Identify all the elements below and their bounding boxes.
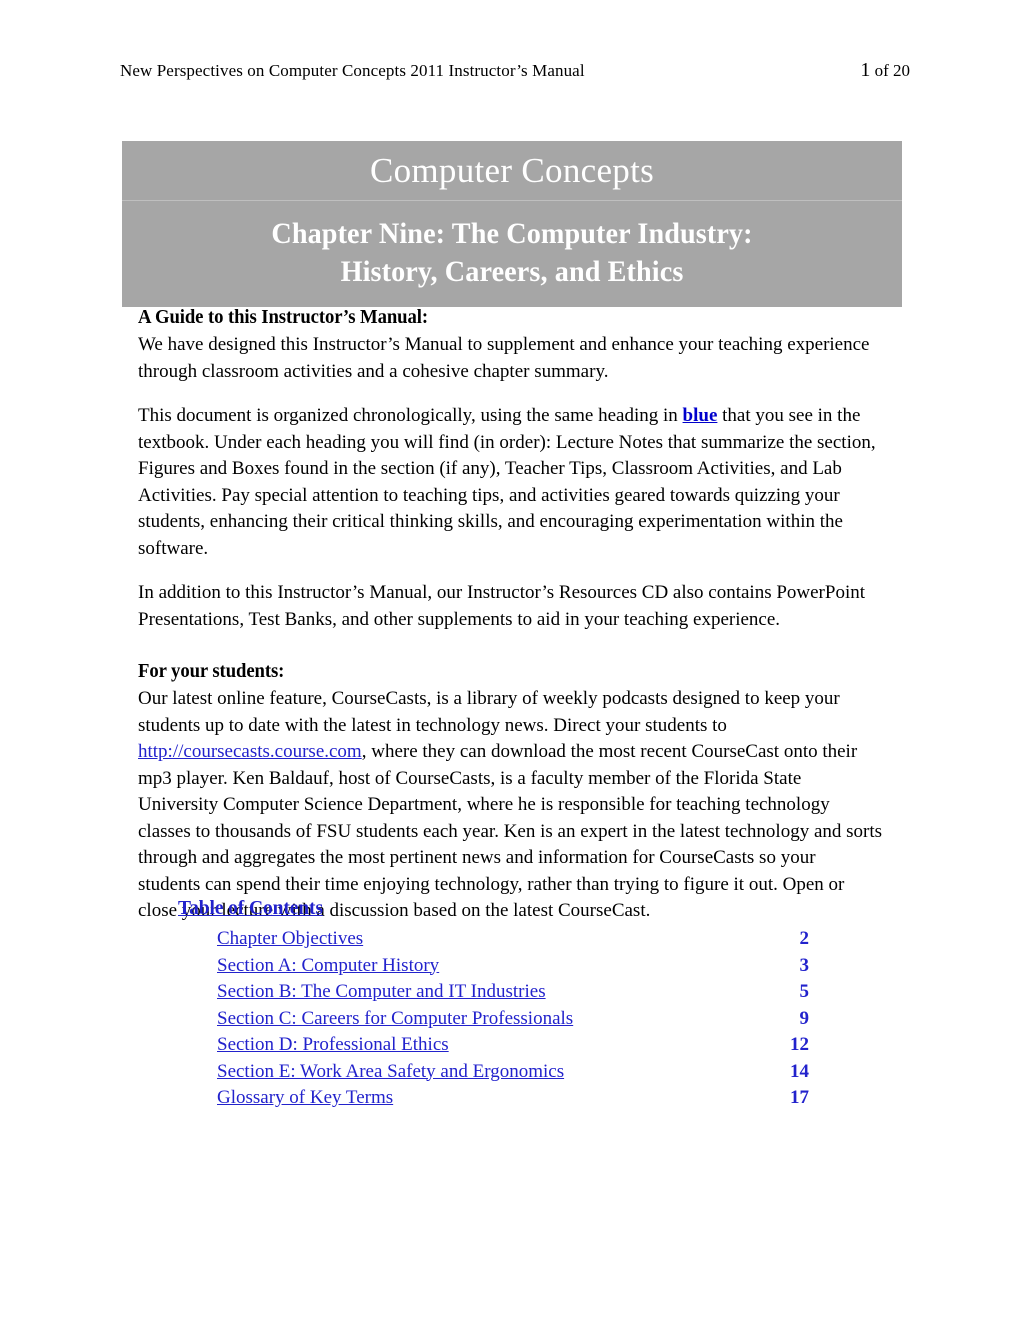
document-page: New Perspectives on Computer Concepts 20… bbox=[0, 0, 1020, 1320]
header-title-text: New Perspectives on Computer Concepts 20… bbox=[120, 61, 585, 80]
toc-list: Chapter Objectives 2 Section A: Computer… bbox=[178, 926, 809, 1112]
toc-entry[interactable]: Section D: Professional Ethics 12 bbox=[217, 1032, 809, 1059]
page-number-current: 1 bbox=[860, 59, 871, 81]
banner-title: Computer Concepts bbox=[369, 151, 655, 190]
guide-paragraph-2: This document is organized chronological… bbox=[138, 403, 882, 562]
title-banner: Computer Concepts Chapter Nine: The Comp… bbox=[122, 141, 902, 307]
toc-entry[interactable]: Section A: Computer History 3 bbox=[217, 953, 809, 980]
toc-entry-page: 9 bbox=[799, 1007, 810, 1029]
toc-entry-page: 17 bbox=[790, 1087, 809, 1108]
page-number-total: of 20 bbox=[870, 61, 910, 80]
students-section-heading: For your students: bbox=[138, 661, 285, 682]
banner-subtitle-line-2: History, Careers, and Ethics bbox=[340, 255, 684, 288]
toc-entry-label[interactable]: Section E: Work Area Safety and Ergonomi… bbox=[217, 1059, 564, 1086]
guide-paragraph-2-text-after: that you see in the textbook. Under each… bbox=[138, 405, 876, 559]
students-paragraph-text-after: , where they can download the most recen… bbox=[138, 741, 883, 921]
banner-main-row: Computer Concepts bbox=[122, 141, 902, 201]
toc-entry-label[interactable]: Chapter Objectives bbox=[217, 926, 363, 953]
students-paragraph: Our latest online feature, CourseCasts, … bbox=[138, 686, 882, 925]
blue-keyword: blue bbox=[682, 405, 718, 426]
coursecasts-link[interactable]: http://coursecasts.course.com bbox=[138, 741, 362, 762]
toc-entry[interactable]: Glossary of Key Terms 17 bbox=[217, 1085, 809, 1112]
guide-section-heading: A Guide to this Instructor’s Manual: bbox=[138, 307, 429, 328]
banner-subtitle-row: Chapter Nine: The Computer Industry: His… bbox=[122, 201, 902, 307]
toc-entry-page: 14 bbox=[790, 1060, 809, 1082]
toc-entry-label[interactable]: Glossary of Key Terms bbox=[217, 1085, 393, 1112]
toc-entry-page: 5 bbox=[799, 981, 810, 1002]
toc-entry[interactable]: Section C: Careers for Computer Professi… bbox=[217, 1006, 809, 1033]
document-running-header: New Perspectives on Computer Concepts 20… bbox=[120, 60, 910, 81]
toc-entry[interactable]: Section E: Work Area Safety and Ergonomi… bbox=[217, 1059, 809, 1086]
toc-entry-label[interactable]: Section B: The Computer and IT Industrie… bbox=[217, 979, 546, 1006]
toc-heading: Table of Contents bbox=[178, 898, 323, 919]
banner-subtitle-line-1: Chapter Nine: The Computer Industry: bbox=[271, 217, 753, 250]
toc-entry-page: 2 bbox=[799, 928, 810, 949]
guide-paragraph-1: We have designed this Instructor’s Manua… bbox=[138, 334, 870, 382]
document-body: A Guide to this Instructor’s Manual: We … bbox=[138, 305, 882, 925]
toc-entry-page: 3 bbox=[799, 954, 810, 976]
toc-entry-page: 12 bbox=[790, 1034, 809, 1055]
toc-entry-label[interactable]: Section C: Careers for Computer Professi… bbox=[217, 1006, 573, 1033]
header-page-number: 1 of 20 bbox=[860, 60, 910, 81]
toc-entry-label[interactable]: Section A: Computer History bbox=[217, 953, 439, 980]
toc-entry[interactable]: Section B: The Computer and IT Industrie… bbox=[217, 979, 809, 1006]
guide-paragraph-2-text-before: This document is organized chronological… bbox=[138, 405, 683, 426]
students-paragraph-text-before: Our latest online feature, CourseCasts, … bbox=[138, 688, 840, 736]
table-of-contents: Table of Contents Chapter Objectives 2 S… bbox=[178, 896, 809, 1112]
toc-entry-label[interactable]: Section D: Professional Ethics bbox=[217, 1032, 449, 1059]
guide-paragraph-3: In addition to this Instructor’s Manual,… bbox=[138, 582, 866, 630]
toc-entry[interactable]: Chapter Objectives 2 bbox=[217, 926, 809, 953]
